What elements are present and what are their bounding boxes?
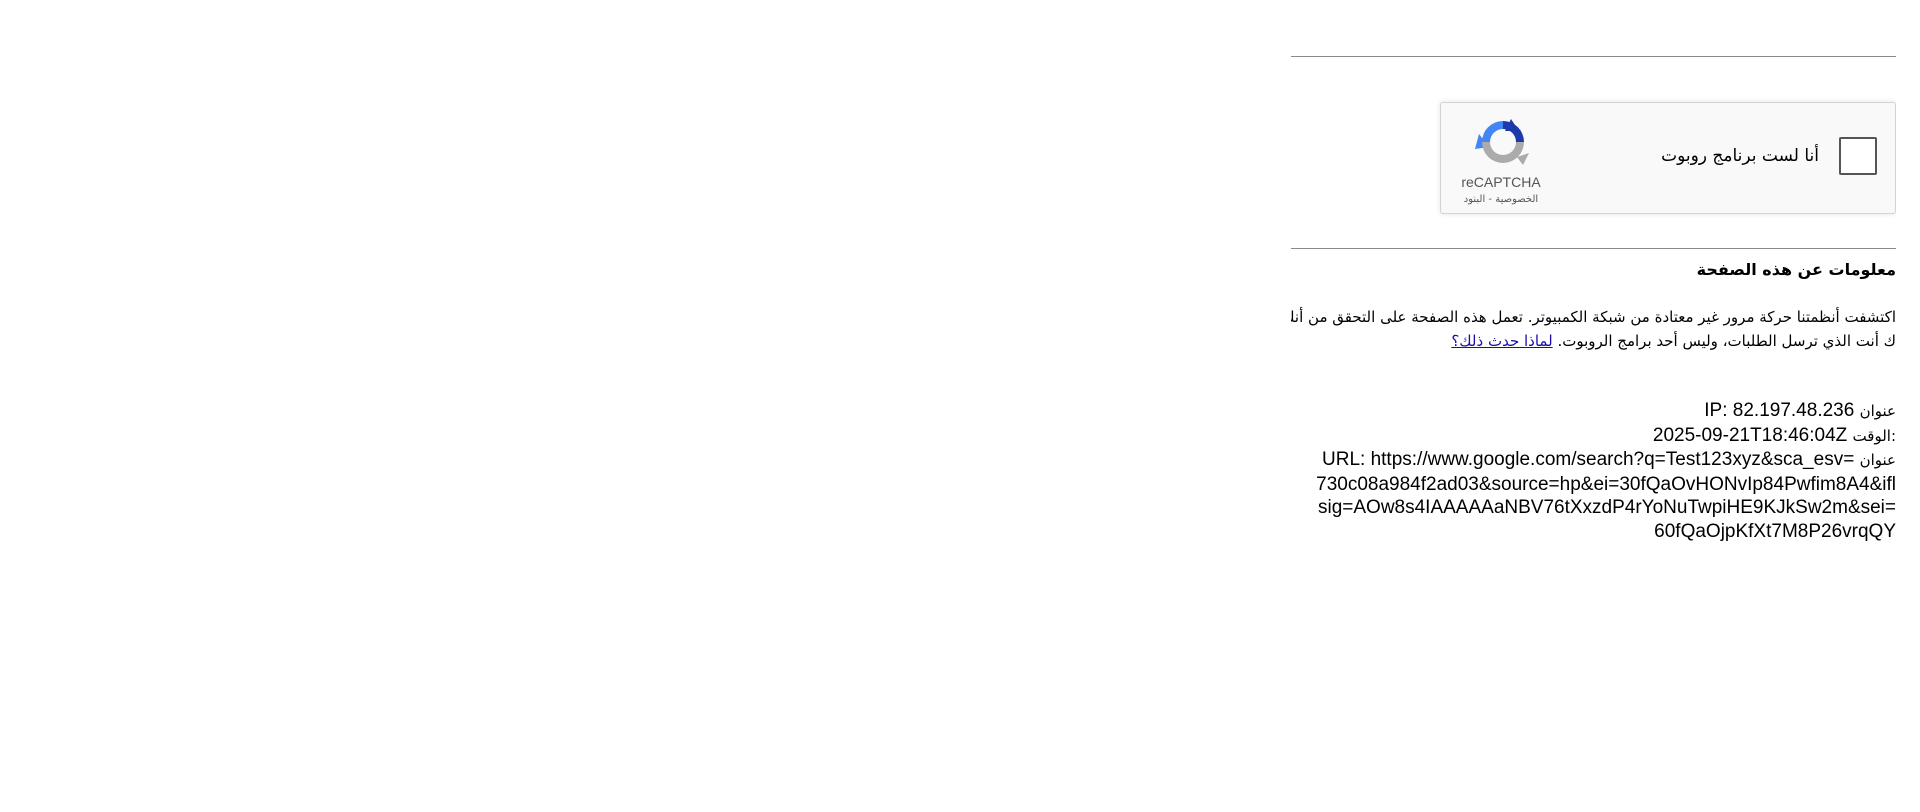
recaptcha-logo-icon [1475, 119, 1529, 165]
url-label: عنوان [1859, 451, 1896, 469]
recaptcha-widget: أنا لست برنامج روبوت reCAPTCHA الخصوصية … [1440, 102, 1896, 214]
captcha-page-content: أنا لست برنامج روبوت reCAPTCHA الخصوصية … [1291, 0, 1896, 812]
time-label: الوقت: [1852, 426, 1896, 445]
time-row: 2025-09-21T18:46:04Z الوقت: [1291, 424, 1896, 449]
url-row-4: 60fQaOjpKfXt7M8P26vrqQY [1654, 520, 1896, 542]
privacy-link[interactable]: الخصوصية [1495, 194, 1538, 205]
middle-divider [1291, 248, 1896, 249]
about-text-line-1: اكتشفت أنظمتنا حركة مرور غير معتادة من ش… [1291, 308, 1896, 326]
recaptcha-checkbox-label[interactable]: أنا لست برنامج روبوت [1661, 146, 1819, 166]
about-text-line-2-text: ك أنت الذي ترسل الطلبات، وليس أحد برامج … [1557, 332, 1896, 350]
ip-row: IP: 82.197.48.236 عنوان [1291, 399, 1896, 424]
about-text-line-2: ك أنت الذي ترسل الطلبات، وليس أحد برامج … [1291, 329, 1896, 353]
request-info: IP: 82.197.48.236 عنوان 2025-09-21T18:46… [1291, 399, 1896, 543]
link-separator: - [1485, 194, 1496, 205]
about-paragraph: اكتشفت أنظمتنا حركة مرور غير معتادة من ش… [1291, 305, 1896, 353]
ip-value: IP: 82.197.48.236 [1704, 400, 1855, 421]
why-link[interactable]: لماذا حدث ذلك؟ [1451, 332, 1552, 350]
recaptcha-brand: reCAPTCHA [1461, 174, 1541, 190]
recaptcha-checkbox[interactable] [1839, 137, 1877, 175]
recaptcha-links: الخصوصية - البنود [1455, 194, 1547, 205]
url-row-1: URL: https://www.google.com/search?q=Tes… [1291, 448, 1896, 473]
url-row-2: 730c08a984f2ad03&source=hp&ei=30fQaOvHON… [1316, 473, 1896, 495]
url-line-1: URL: https://www.google.com/search?q=Tes… [1322, 449, 1855, 470]
top-divider [1291, 56, 1896, 57]
url-row-3: sig=AOw8s4IAAAAAaNBV76tXxzdP4rYoNuTwpiHE… [1317, 497, 1896, 518]
about-page-heading: معلومات عن هذه الصفحة [1696, 260, 1896, 279]
ip-label: عنوان [1859, 402, 1896, 420]
time-value: 2025-09-21T18:46:04Z [1652, 424, 1848, 446]
terms-link[interactable]: البنود [1464, 194, 1485, 205]
